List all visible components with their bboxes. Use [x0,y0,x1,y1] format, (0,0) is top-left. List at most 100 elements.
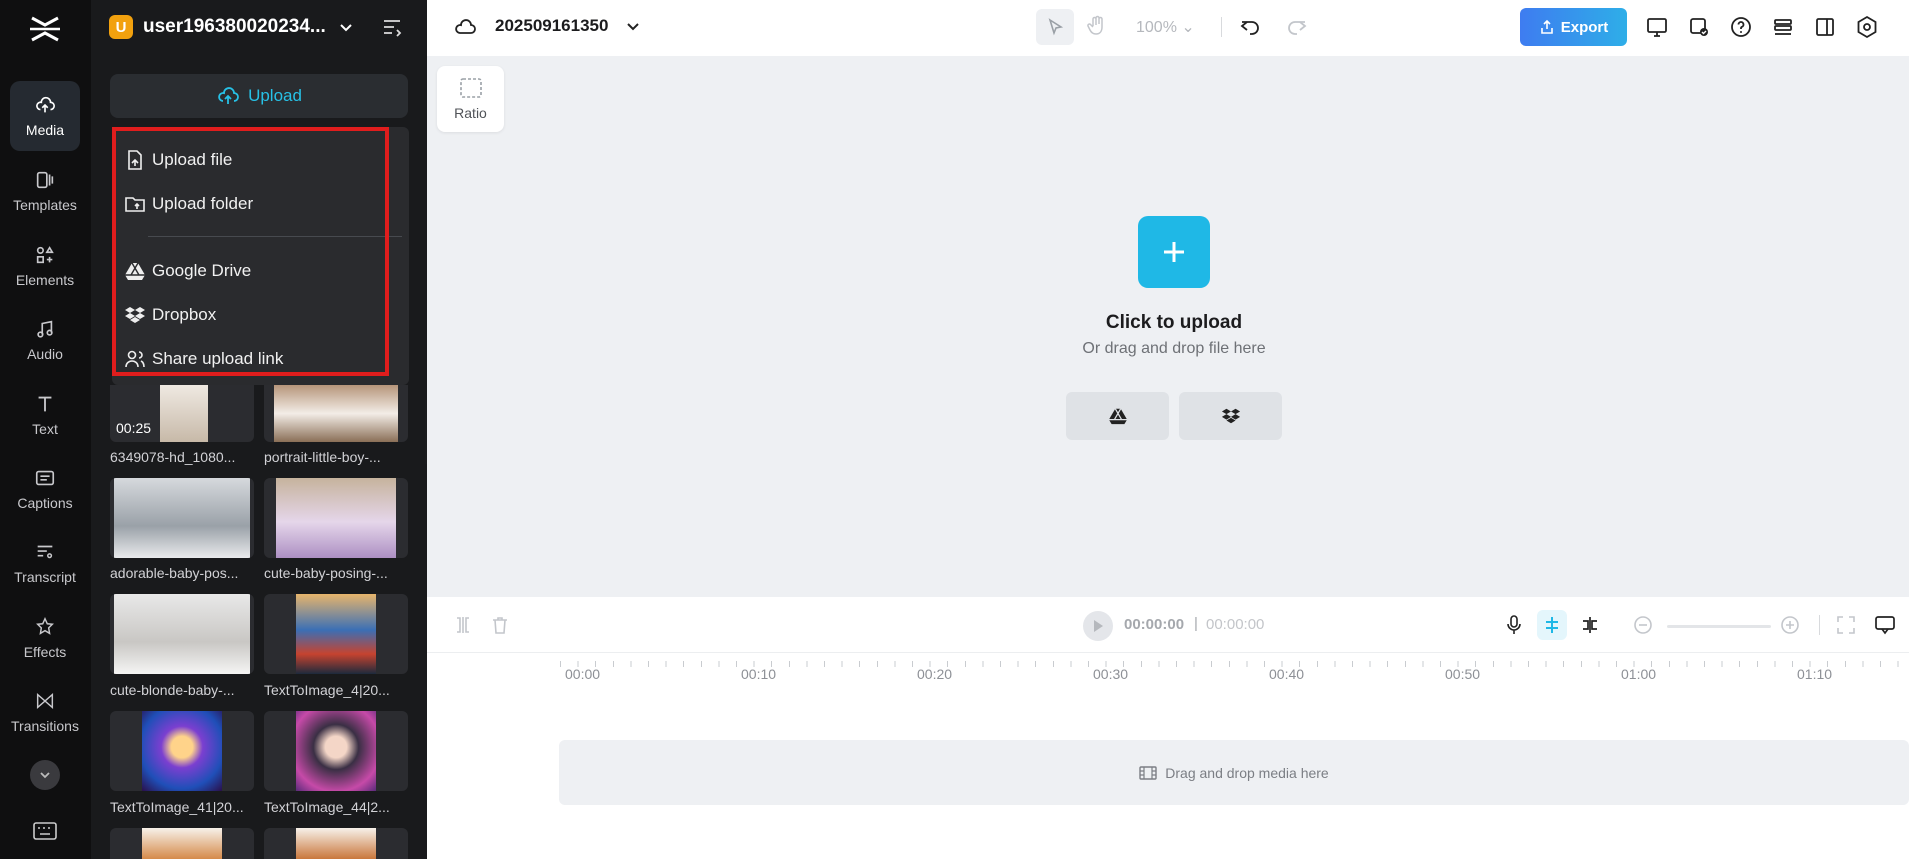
microphone-icon[interactable] [1503,614,1525,636]
rail-item-transitions[interactable]: Transitions [10,677,80,747]
rail-item-transcript[interactable]: Transcript [10,528,80,598]
rail-item-media[interactable]: Media [10,81,80,151]
rail-label: Effects [23,644,67,660]
zoom-value: 100% [1136,19,1177,36]
chevron-down-icon[interactable] [625,18,641,34]
ratio-label: Ratio [454,105,487,121]
rail-label: Transitions [11,718,79,734]
timeline-zoom-slider[interactable] [1667,625,1771,628]
rail-item-elements[interactable]: Elements [10,231,80,301]
menu-item-google-drive[interactable]: Google Drive [125,256,402,286]
rail-label: Media [25,122,65,138]
rail-item-effects[interactable]: Effects [10,603,80,673]
media-item-name: TextToImage_41|20... [110,799,244,815]
media-item[interactable] [264,828,408,859]
app-window: Media Templates Elements Audio Text Capt… [0,0,1909,859]
media-item[interactable] [264,594,408,674]
divider [1819,615,1820,635]
keyboard-icon[interactable] [32,820,58,842]
hand-icon[interactable] [1085,14,1109,38]
aspect-ratio-icon [459,78,482,98]
rail-item-templates[interactable]: Templates [10,156,80,226]
ruler-label: 00:30 [1093,666,1129,682]
split-icon[interactable] [452,614,474,636]
snap-magnet-icon [1546,617,1558,633]
select-tool-button[interactable] [1036,9,1074,45]
workspace-switcher[interactable]: U user196380020234... [109,12,409,42]
media-panel: U user196380020234... Upload Upload file… [91,0,427,859]
list-menu-icon[interactable] [381,16,403,38]
cloud-upload-icon [218,87,239,104]
media-thumbnail [296,828,376,859]
media-item-name: adorable-baby-pos... [110,565,239,581]
media-item-name: cute-baby-posing-... [264,565,388,581]
dropbox-icon [125,307,145,323]
zoom-out-icon[interactable] [1632,614,1654,636]
redo-icon[interactable] [1285,15,1309,39]
media-item[interactable] [264,711,408,791]
upload-button[interactable]: Upload [110,74,408,118]
preview-canvas: Ratio Click to upload Or drag and drop f… [427,56,1909,597]
media-item[interactable] [110,828,254,859]
cloud-upload-icon [36,96,55,113]
click-to-upload-text[interactable]: Click to upload [1047,312,1301,334]
rail-label: Audio [27,346,63,362]
cloud-sync-icon[interactable] [453,15,477,39]
media-item[interactable] [264,478,408,558]
media-item[interactable] [110,711,254,791]
rail-item-text[interactable]: Text [10,380,80,450]
project-name[interactable]: 202509161350 [495,16,608,36]
media-item-name: TextToImage_44|2... [264,799,390,815]
rail-more-button[interactable] [30,760,60,790]
media-thumbnail [276,478,396,558]
review-check-icon[interactable] [1687,15,1711,39]
zoom-level[interactable]: 100% ⌄ [1136,17,1195,37]
add-media-button[interactable] [1138,216,1210,288]
timeline: 00:00:00 | 00:00:00 00:00 00:10 00:20 00… [427,597,1909,859]
menu-item-upload-folder[interactable]: Upload folder [125,189,402,219]
time-separator: | [1194,615,1198,632]
menu-item-label: Upload file [152,150,233,169]
dropbox-button[interactable] [1179,392,1282,440]
menu-item-share-upload-link[interactable]: Share upload link [125,344,402,374]
menu-item-label: Dropbox [152,305,217,324]
plus-icon [1164,242,1184,262]
rail-label: Transcript [14,569,76,585]
rail-item-captions[interactable]: Captions [10,454,80,524]
timeline-drop-zone[interactable]: Drag and drop media here [559,740,1909,805]
media-item[interactable] [110,594,254,674]
layers-stack-icon[interactable] [1771,15,1795,39]
upload-dropdown-menu: Upload file Upload folder Google Drive D… [112,127,409,385]
link-clips-icon[interactable] [1579,614,1601,636]
ratio-button[interactable]: Ratio [437,66,504,132]
play-icon [1094,620,1103,632]
settings-gear-icon[interactable] [1855,15,1879,39]
timeline-ruler[interactable]: 00:00 00:10 00:20 00:30 00:40 00:50 01:0… [427,655,1909,691]
export-button[interactable]: Export [1520,8,1627,46]
help-icon[interactable] [1729,15,1753,39]
ruler-label: 00:40 [1269,666,1305,682]
undo-icon[interactable] [1238,15,1262,39]
play-button[interactable] [1083,611,1113,641]
zoom-in-icon[interactable] [1779,614,1801,636]
capcut-logo-icon[interactable] [28,14,62,44]
film-icon [1139,765,1157,780]
present-monitor-icon[interactable] [1645,15,1669,39]
drag-drop-hint: Or drag and drop file here [1082,340,1266,357]
avatar: U [109,15,133,39]
trash-icon[interactable] [489,614,511,636]
media-item[interactable] [264,385,408,442]
menu-item-dropbox[interactable]: Dropbox [125,300,402,330]
fit-screen-icon[interactable] [1835,614,1857,636]
google-drive-button[interactable] [1066,392,1169,440]
media-item[interactable]: 00:25 [110,385,254,442]
rail-item-audio[interactable]: Audio [10,305,80,375]
menu-item-upload-file[interactable]: Upload file [128,145,402,175]
magnet-toggle[interactable] [1537,610,1567,640]
transitions-icon [36,692,54,710]
rail-label: Captions [17,495,73,511]
split-panel-icon[interactable] [1813,15,1837,39]
comment-icon[interactable] [1874,614,1896,636]
media-item[interactable] [110,478,254,558]
ruler-label: 00:50 [1445,666,1481,682]
